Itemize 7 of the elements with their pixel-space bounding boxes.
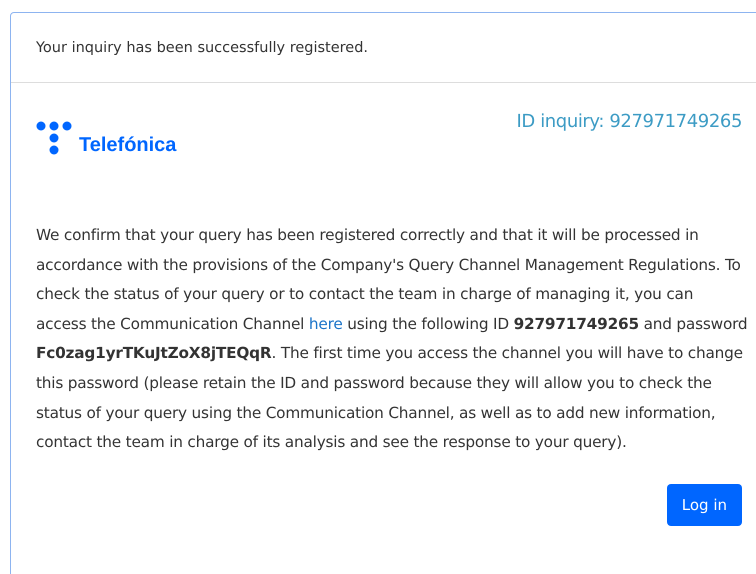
success-message: Your inquiry has been successfully registered. xyxy=(36,40,368,56)
confirmation-paragraph: We confirm that your query has been registered correctly and that it will be processed in accordance with the provisions of the Company's Query Channel Management Regulations. To check the status of your query or to contact the team in charge of managing it, you can access the Communication Channel here using the following ID 927971749265 and password Fc0zag1yrTKuJtZoX8jTEQqR. The first time you access the channel you will have to change this password (please retain the ID and password because they will allow you to check the status of your query using the Communication Channel, as well as to add new information, contact the team in charge of its analysis and see the response to your query). xyxy=(36,225,748,454)
logo-text: Telefónica xyxy=(79,135,176,155)
dots-logo-icon xyxy=(36,121,73,155)
log-in-button[interactable]: Log in xyxy=(666,484,742,526)
here-link[interactable]: here xyxy=(308,314,343,333)
inquiry-id: ID inquiry: 927971749265 xyxy=(516,111,742,132)
